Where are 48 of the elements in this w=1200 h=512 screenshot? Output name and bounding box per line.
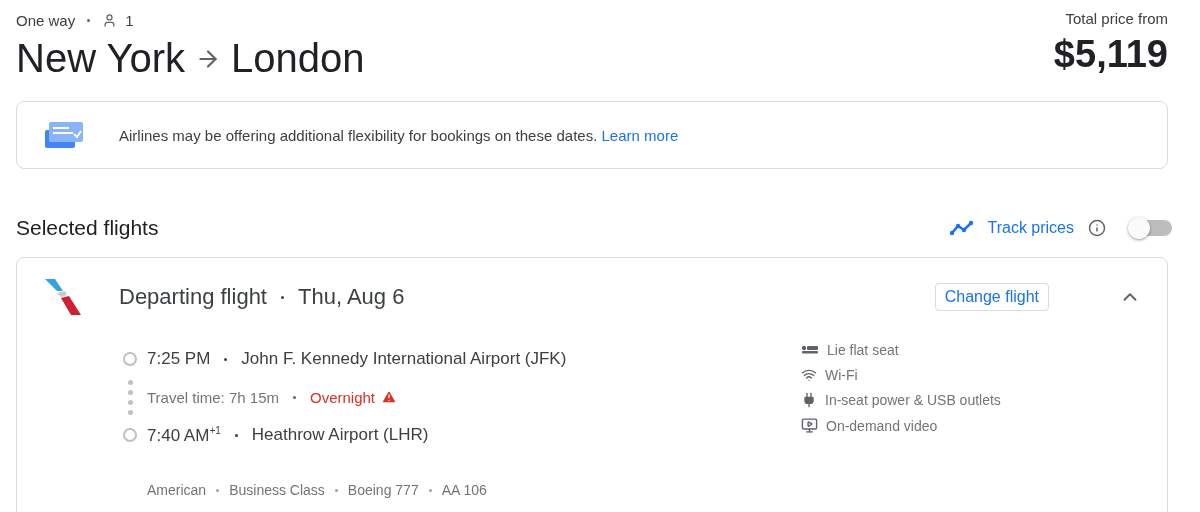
amenity-label: Wi-Fi xyxy=(825,367,858,383)
arrival-airport: Heathrow Airport (LHR) xyxy=(251,425,429,445)
total-price: $5,119 xyxy=(1053,33,1168,76)
separator-dot xyxy=(293,395,296,399)
departure-airport: John F. Kennedy International Airport (JFK) xyxy=(241,349,567,369)
price-label: Total price from xyxy=(1064,10,1168,27)
person-icon xyxy=(102,12,118,28)
airline-tail-logo xyxy=(43,277,83,317)
separator-dot xyxy=(234,433,238,437)
separator-dot xyxy=(281,295,284,299)
amenity-label: Lie flat seat xyxy=(827,342,899,358)
wifi-icon xyxy=(801,367,817,383)
departure-time: 7:25 PM xyxy=(147,349,211,369)
seat-icon xyxy=(801,344,819,356)
separator-dot xyxy=(428,488,432,492)
destination-city: London xyxy=(231,36,365,81)
stop-ring-icon xyxy=(123,352,137,366)
flight-detail: Business Class xyxy=(229,482,325,498)
ticket-check-icon xyxy=(45,122,83,148)
separator-dot xyxy=(87,18,91,22)
travel-time: Travel time: 7h 15m xyxy=(147,388,279,406)
trend-line-icon xyxy=(949,220,976,236)
video-screen-icon xyxy=(801,417,818,434)
warning-icon xyxy=(381,389,398,405)
separator-dot xyxy=(216,488,220,492)
track-prices-switch[interactable] xyxy=(1130,220,1172,236)
change-flight-button[interactable]: Change flight xyxy=(934,283,1049,311)
origin-city: New York xyxy=(16,36,185,81)
passenger-count: 1 xyxy=(125,11,134,29)
amenity-label: In-seat power & USB outlets xyxy=(825,392,1001,408)
flight-detail: AA 106 xyxy=(441,482,487,498)
section-title: Selected flights xyxy=(16,216,159,240)
separator-dot xyxy=(334,488,338,492)
flight-detail: Boeing 777 xyxy=(347,482,419,498)
overnight-label: Overnight xyxy=(310,388,376,406)
flight-date: Thu, Aug 6 xyxy=(298,284,405,310)
trip-type: One way xyxy=(16,11,76,29)
notice-text: Airlines may be offering additional flexibility for bookings on these dates. Learn more xyxy=(119,126,679,144)
plug-icon xyxy=(801,392,817,408)
info-icon[interactable] xyxy=(1088,219,1106,237)
stop-ring-icon xyxy=(123,428,137,442)
learn-more-link[interactable]: Learn more xyxy=(601,126,679,144)
separator-dot xyxy=(224,357,228,361)
amenity-label: On-demand video xyxy=(826,417,938,434)
flight-detail: American xyxy=(147,482,207,498)
arrival-time: 7:40 AM$^{+1}$ xyxy=(147,424,221,446)
flight-title: Departing flight xyxy=(119,284,267,310)
track-prices-button[interactable]: Track prices xyxy=(949,219,1074,237)
